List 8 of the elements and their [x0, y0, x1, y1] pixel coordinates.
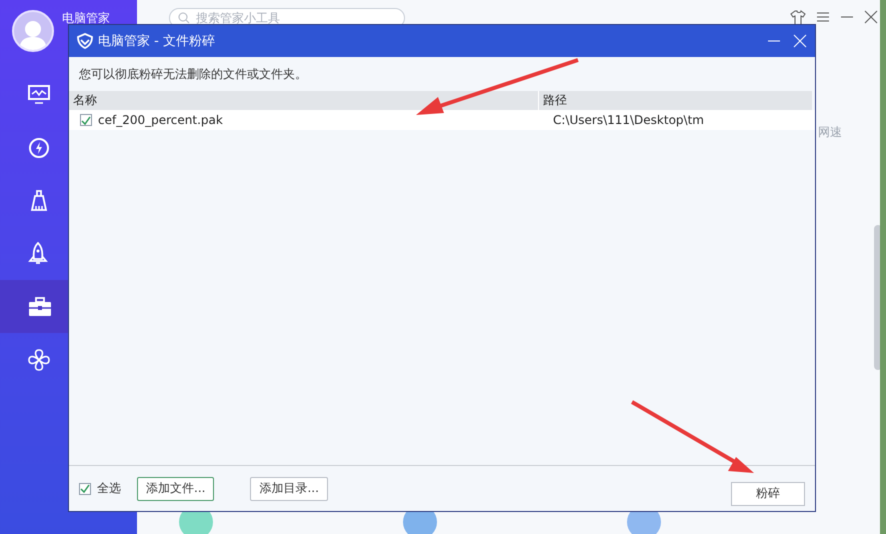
- select-all-label: 全选: [97, 480, 121, 497]
- file-name: cef_200_percent.pak: [98, 113, 223, 127]
- description: 您可以彻底粉碎无法删除的文件或文件夹。: [79, 66, 307, 83]
- search-placeholder: 搜索管家小工具: [196, 10, 280, 26]
- file-path: C:\Users\111\Desktop\tm: [553, 113, 704, 127]
- window-title: 电脑管家 - 文件粉碎: [98, 33, 215, 50]
- side-label: 网速: [818, 124, 842, 141]
- user-name: 电脑管家: [62, 10, 110, 27]
